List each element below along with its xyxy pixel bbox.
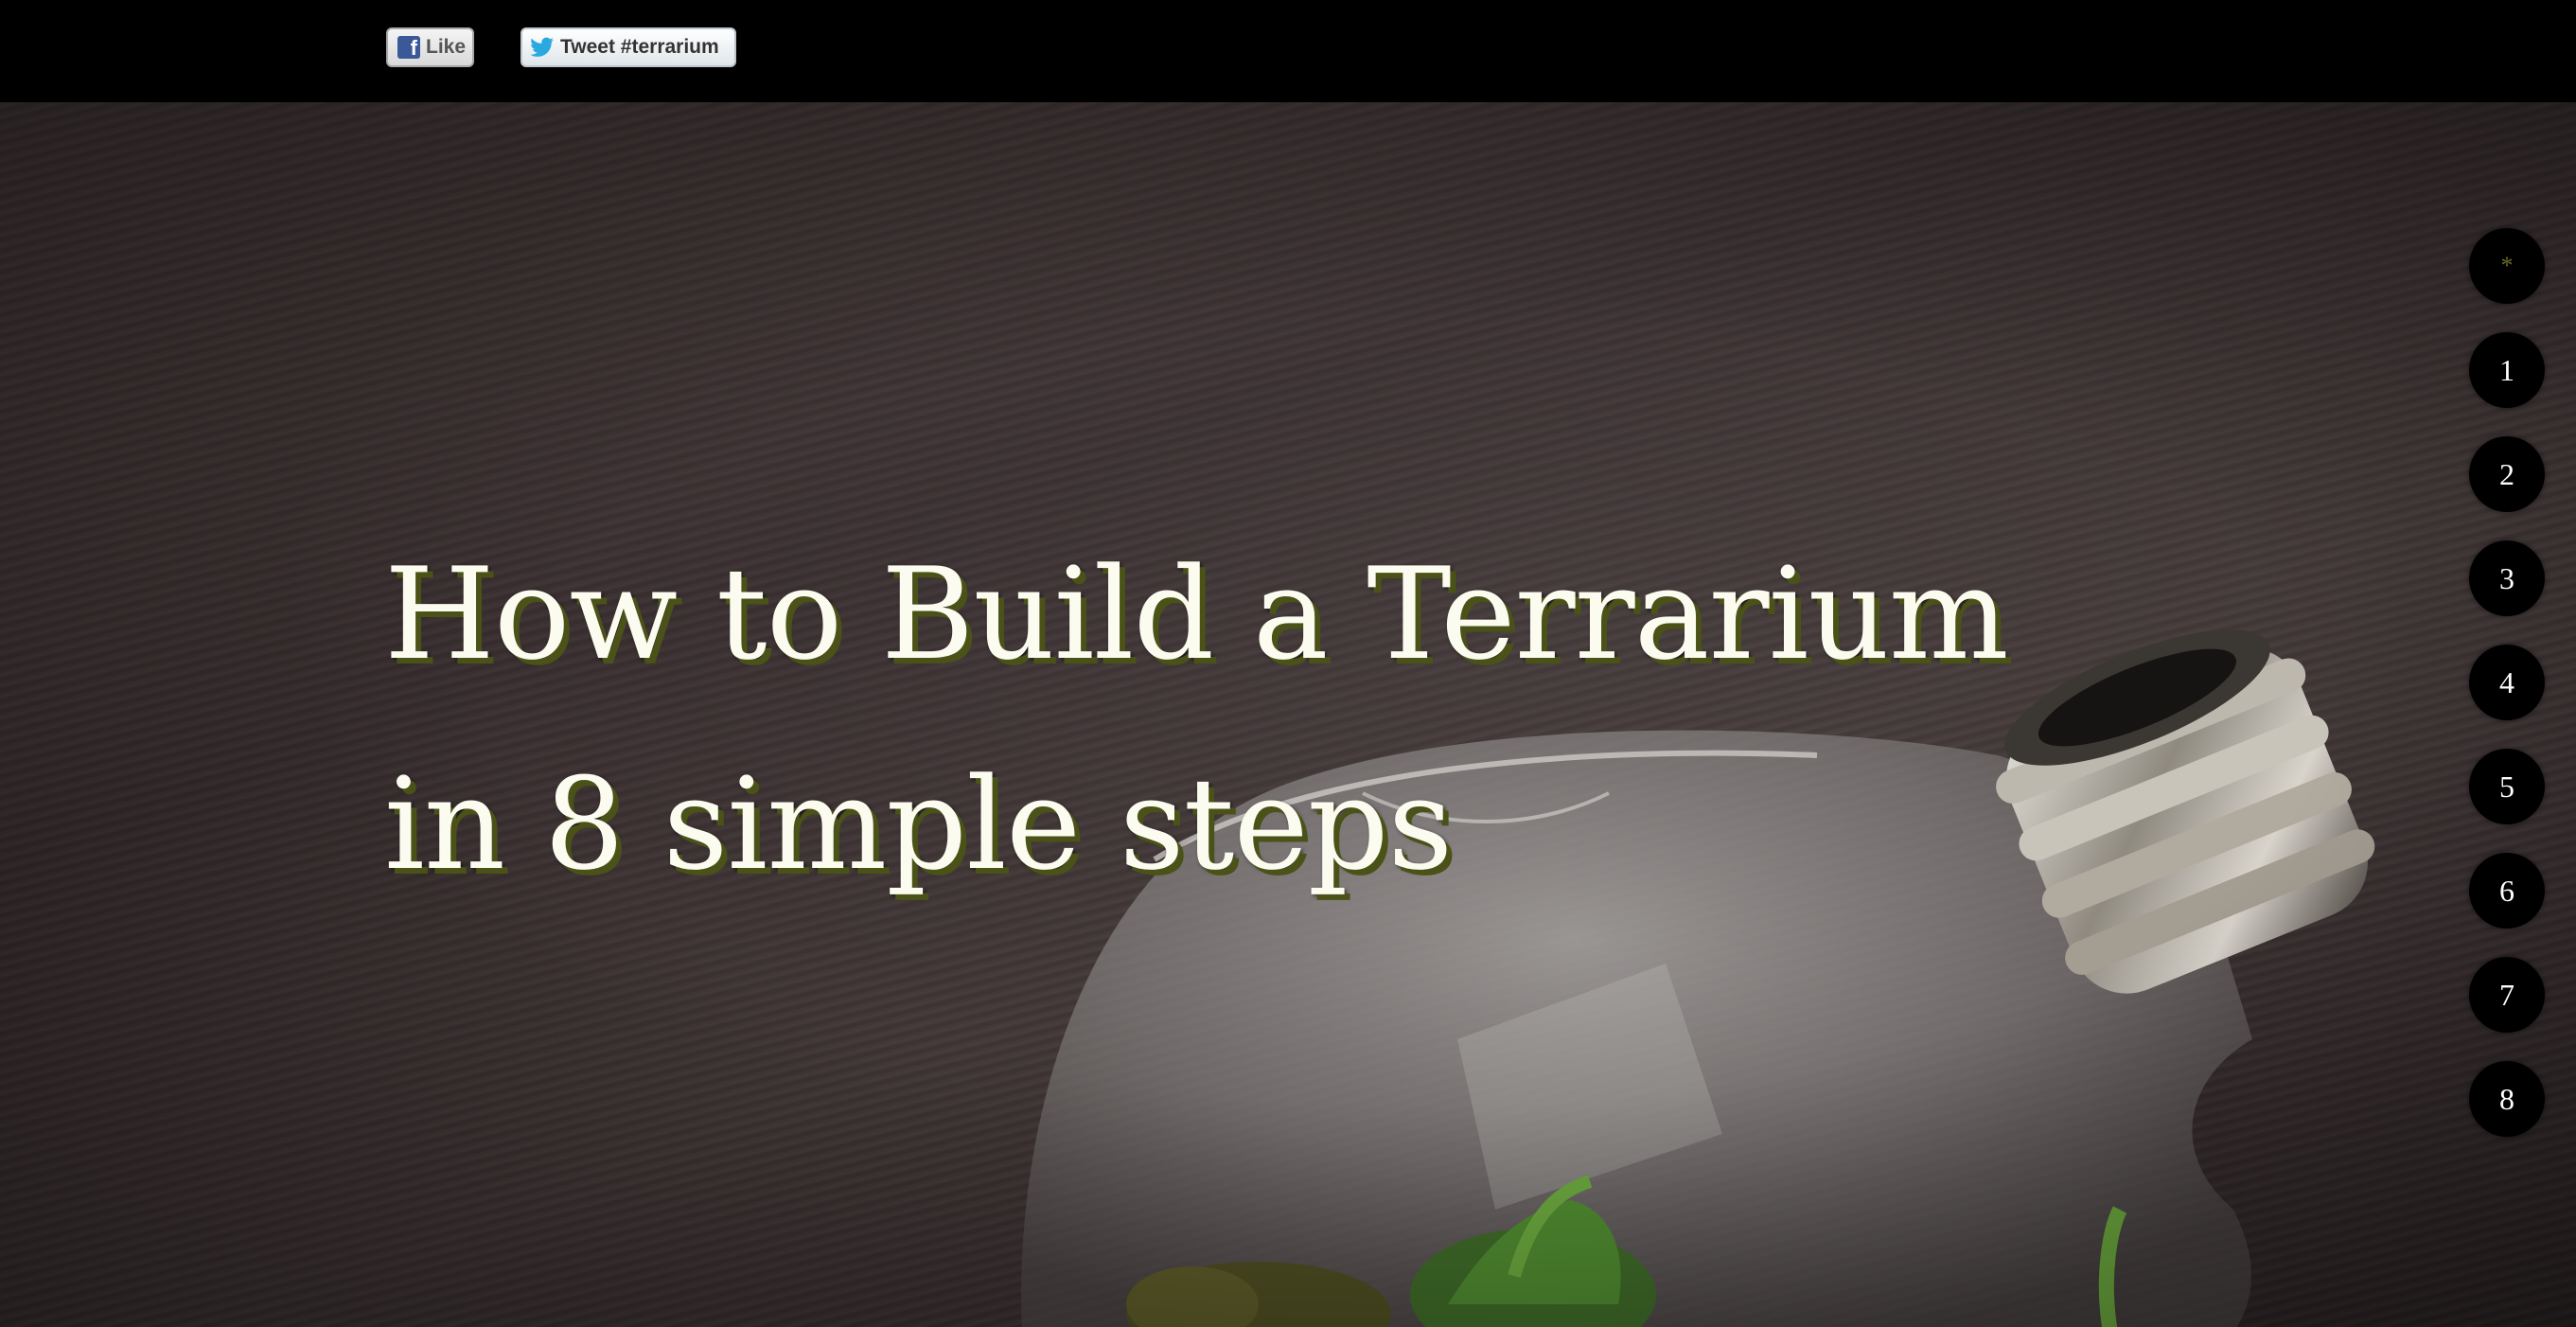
page-title: How to Build a Terrarium in 8 simple ste… bbox=[384, 509, 2009, 929]
hero-banner: How to Build a Terrarium in 8 simple ste… bbox=[0, 102, 2576, 1327]
twitter-bird-icon bbox=[530, 37, 554, 57]
title-line-2: in 8 simple steps bbox=[384, 751, 1453, 898]
like-label: Like bbox=[426, 36, 467, 58]
step-nav-4[interactable]: 4 bbox=[2469, 645, 2545, 720]
step-nav-5[interactable]: 5 bbox=[2469, 749, 2545, 824]
facebook-icon: f bbox=[397, 36, 420, 59]
tweet-button[interactable]: Tweet #terrarium bbox=[520, 27, 736, 67]
step-nav-7[interactable]: 7 bbox=[2469, 957, 2545, 1033]
step-nav-3[interactable]: 3 bbox=[2469, 540, 2545, 616]
step-nav-1[interactable]: 1 bbox=[2469, 332, 2545, 408]
step-nav-6[interactable]: 6 bbox=[2469, 853, 2545, 929]
step-nav-intro[interactable]: * bbox=[2469, 228, 2545, 304]
facebook-like-button[interactable]: f Like bbox=[386, 27, 474, 67]
title-line-1: How to Build a Terrarium bbox=[384, 540, 2009, 688]
step-nav-8[interactable]: 8 bbox=[2469, 1061, 2545, 1137]
step-nav-2[interactable]: 2 bbox=[2469, 436, 2545, 512]
top-bar: f Like Tweet #terrarium bbox=[0, 0, 2576, 102]
tweet-label: Tweet #terrarium bbox=[560, 36, 719, 58]
